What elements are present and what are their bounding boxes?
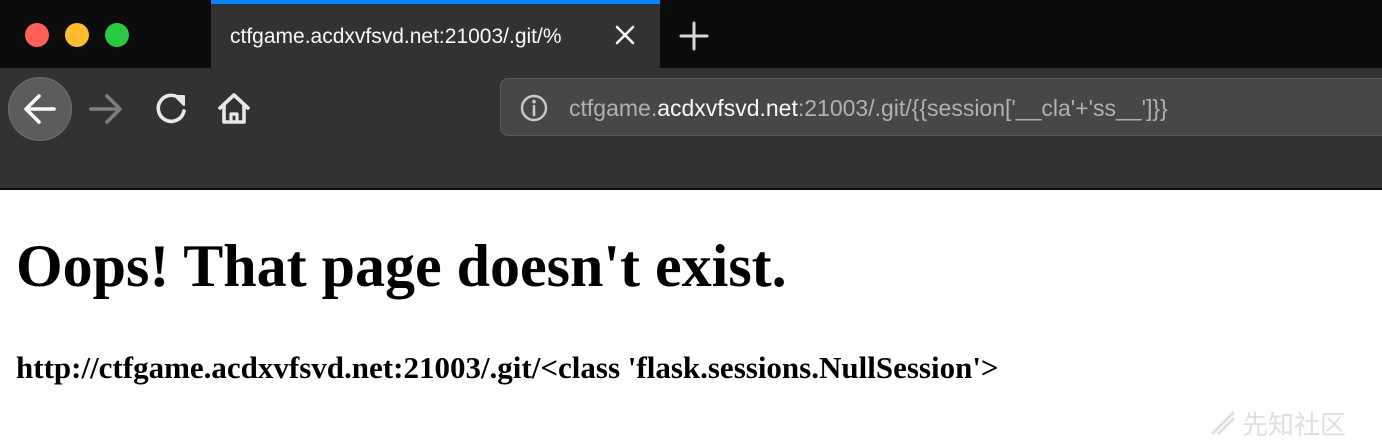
back-button[interactable] (8, 77, 72, 141)
url-domain: acdxvfsvd.net (657, 95, 798, 121)
window-minimize-button[interactable] (65, 23, 89, 47)
watermark-text: 先知社区 (1242, 410, 1347, 440)
url-prefix: ctfgame. (569, 95, 658, 121)
tab-strip: ctfgame.acdxvfsvd.net:21003/.git/% (0, 0, 1382, 68)
tab-title: ctfgame.acdxvfsvd.net:21003/.git/% (230, 25, 562, 48)
close-icon[interactable] (611, 21, 639, 49)
home-icon (218, 93, 250, 124)
page-message: http://ctfgame.acdxvfsvd.net:21003/.git/… (16, 350, 999, 385)
browser-window: ctfgame.acdxvfsvd.net:21003/.git/% ctfga… (0, 0, 1382, 446)
reload-icon (156, 93, 186, 124)
reload-button[interactable] (139, 77, 203, 141)
arrow-right-icon (89, 94, 122, 124)
window-maximize-button[interactable] (105, 23, 129, 47)
arrow-left-icon (24, 94, 56, 124)
navigation-toolbar: ctfgame.acdxvfsvd.net:21003/.git/{{sessi… (0, 68, 1382, 190)
url-suffix: :21003/.git/{{session['__cla'+'ss__']}} (797, 95, 1168, 121)
watermark-logo-icon (1210, 410, 1236, 436)
forward-button[interactable] (74, 77, 138, 141)
info-icon[interactable] (519, 93, 549, 123)
tab-active[interactable]: ctfgame.acdxvfsvd.net:21003/.git/% (211, 0, 660, 68)
home-button[interactable] (202, 77, 266, 141)
page-title: Oops! That page doesn't exist. (16, 233, 787, 299)
watermark: 先知社区 (1208, 408, 1368, 442)
address-bar[interactable]: ctfgame.acdxvfsvd.net:21003/.git/{{sessi… (500, 78, 1382, 136)
window-close-button[interactable] (25, 23, 49, 47)
url-text[interactable]: ctfgame.acdxvfsvd.net:21003/.git/{{sessi… (569, 91, 1168, 125)
page-content: Oops! That page doesn't exist. http://ct… (0, 190, 1382, 446)
plus-icon[interactable] (676, 18, 712, 54)
